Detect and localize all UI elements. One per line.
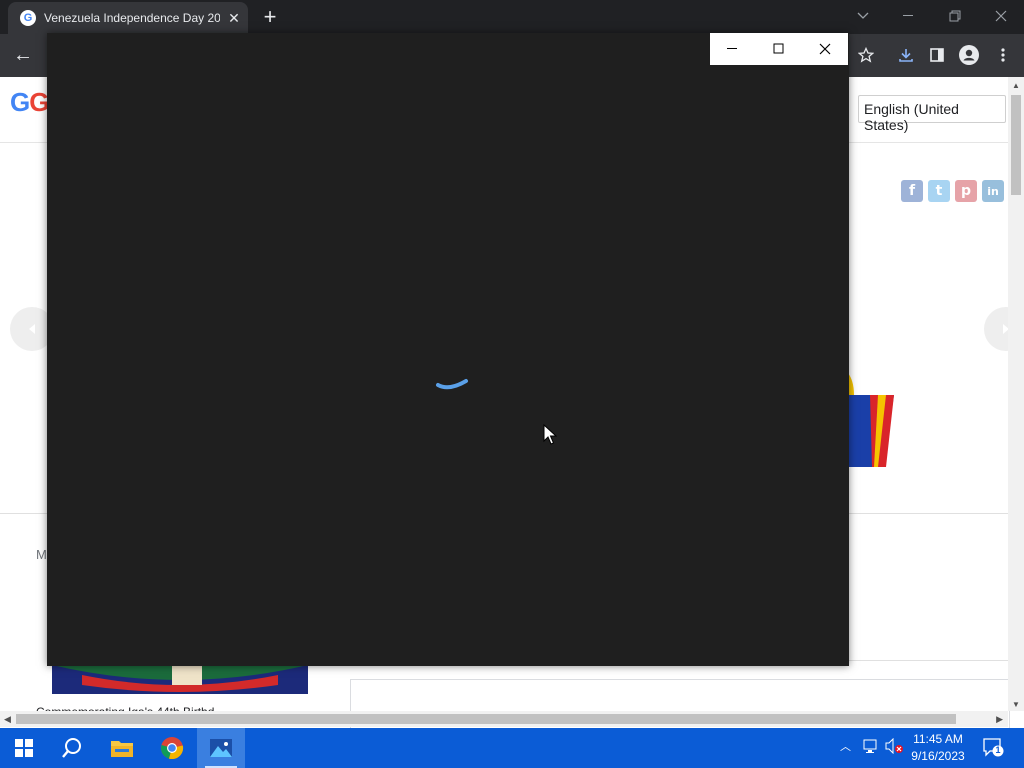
photos-minimize-button[interactable] [710, 33, 756, 65]
back-button[interactable]: ← [8, 40, 38, 70]
linkedin-share-icon[interactable]: in [982, 180, 1004, 202]
chrome-icon[interactable] [148, 728, 196, 768]
clock-time: 11:45 AM [913, 732, 963, 746]
browser-restore-button[interactable] [932, 0, 978, 32]
clock-date: 9/16/2023 [911, 749, 965, 763]
doodle-flag-graphic [848, 373, 894, 467]
loading-spinner-icon [436, 379, 468, 390]
pinterest-share-icon[interactable]: p [955, 180, 977, 202]
horizontal-scroll-thumb[interactable] [16, 714, 956, 724]
new-tab-button[interactable]: + [258, 5, 282, 29]
vertical-scroll-thumb[interactable] [1011, 95, 1021, 195]
browser-title-bar: G Venezuela Independence Day 20 ✕ + [0, 0, 1024, 34]
google-favicon-icon: G [20, 10, 36, 26]
photos-app-window[interactable] [47, 33, 849, 666]
side-panel-icon[interactable] [924, 42, 950, 68]
twitter-share-icon[interactable]: t [928, 180, 950, 202]
volume-muted-icon[interactable] [885, 737, 903, 757]
side-label: M [36, 547, 47, 562]
download-icon[interactable] [893, 42, 919, 68]
start-button[interactable] [0, 728, 48, 768]
browser-close-button[interactable] [978, 0, 1024, 32]
scroll-up-icon[interactable]: ▲ [1012, 81, 1020, 90]
desktop-screen: G Venezuela Independence Day 20 ✕ + ← G … [0, 0, 1024, 768]
tab-close-icon[interactable]: ✕ [226, 10, 242, 27]
network-icon[interactable] [862, 738, 880, 757]
browser-minimize-button[interactable] [886, 0, 932, 32]
tab-title: Venezuela Independence Day 20 [44, 11, 220, 25]
doodle-card-image[interactable] [52, 665, 308, 694]
photos-close-button[interactable] [802, 33, 848, 65]
browser-menu-icon[interactable] [990, 42, 1016, 68]
photos-taskbar-button[interactable] [197, 728, 245, 768]
scroll-left-icon[interactable]: ◀ [4, 714, 11, 725]
mouse-cursor-icon [543, 424, 557, 445]
language-select[interactable]: English (United States) [858, 95, 1006, 133]
photos-maximize-button[interactable] [756, 33, 802, 65]
facebook-share-icon[interactable]: f [901, 180, 923, 202]
file-explorer-icon[interactable] [98, 728, 146, 768]
notification-count: 1 [995, 745, 1001, 755]
windows-taskbar: ︿ 11:45 AM 9/16/2023 1 [0, 728, 1024, 768]
vertical-scrollbar[interactable]: ▲ ▼ [1008, 77, 1024, 711]
profile-avatar-icon[interactable] [956, 42, 982, 68]
tab-search-icon[interactable] [840, 0, 886, 32]
right-divider [848, 660, 1008, 661]
system-clock[interactable]: 11:45 AM 9/16/2023 [905, 731, 971, 765]
horizontal-scrollbar[interactable]: ◀ ▶ [0, 711, 1008, 727]
bookmark-star-icon[interactable] [853, 42, 879, 68]
photos-app-icon [210, 739, 232, 757]
photos-window-controls [710, 33, 848, 65]
scroll-down-icon[interactable]: ▼ [1012, 700, 1020, 709]
search-icon[interactable] [48, 728, 96, 768]
scroll-right-icon[interactable]: ▶ [996, 714, 1003, 725]
browser-tab[interactable]: G Venezuela Independence Day 20 ✕ [8, 2, 248, 34]
action-center-icon[interactable]: 1 [983, 737, 1005, 760]
show-hidden-icons-icon[interactable]: ︿ [840, 738, 851, 754]
